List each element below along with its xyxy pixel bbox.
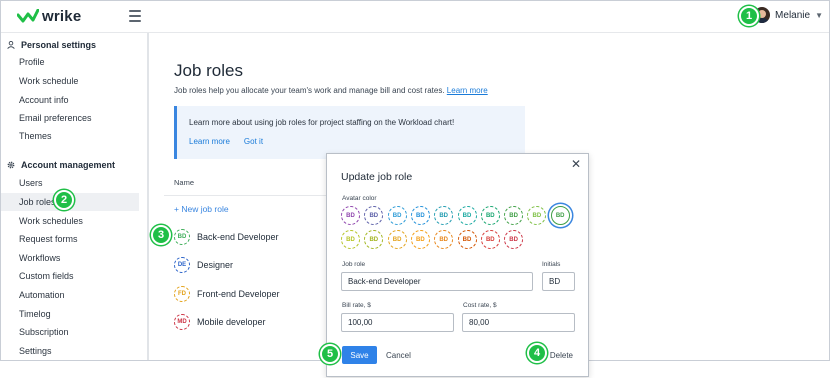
sidebar-item-settings[interactable]: Settings xyxy=(1,342,139,360)
role-badge: BD xyxy=(174,229,190,245)
role-name: Designer xyxy=(197,260,234,270)
description-text: Job roles help you allocate your team's … xyxy=(174,86,445,95)
avatar-color-swatch[interactable]: BD xyxy=(410,206,430,225)
section-label: Account management xyxy=(21,160,116,170)
role-row[interactable]: BD Back-end Developer xyxy=(174,228,279,246)
cost-rate-label: Cost rate, $ xyxy=(463,302,497,309)
avatar-color-swatch[interactable]: BD xyxy=(504,206,524,225)
new-job-role-button[interactable]: + New job role xyxy=(174,204,229,214)
avatar-color-swatch[interactable]: BD xyxy=(387,206,407,225)
info-banner: Learn more about using job roles for pro… xyxy=(174,106,525,159)
role-badge: DE xyxy=(174,257,190,273)
user-name: Melanie xyxy=(775,9,811,21)
settings-sidebar: Personal settings Profile Work schedule … xyxy=(1,33,149,360)
section-label: Personal settings xyxy=(21,40,97,50)
avatar-color-swatch[interactable]: BD xyxy=(341,206,360,225)
avatar-color-swatch[interactable]: BD xyxy=(410,230,430,249)
cancel-button[interactable]: Cancel xyxy=(386,351,411,360)
account-management-heading: Account management xyxy=(7,160,115,170)
avatar-color-label: Avatar color xyxy=(342,195,377,202)
avatar-color-swatch[interactable]: BD xyxy=(504,230,524,249)
save-button[interactable]: Save xyxy=(342,346,377,364)
step-marker: 5 xyxy=(320,344,340,364)
avatar-color-swatch[interactable]: BD xyxy=(364,230,384,249)
avatar-color-swatch[interactable]: BD xyxy=(480,206,500,225)
page-title: Job roles xyxy=(174,61,243,80)
avatar-color-swatch[interactable]: BD xyxy=(457,230,477,249)
delete-button[interactable]: Delete xyxy=(550,351,573,360)
sidebar-item-profile[interactable]: Profile xyxy=(1,53,139,71)
learn-more-link[interactable]: Learn more xyxy=(447,86,488,95)
info-text: Learn more about using job roles for pro… xyxy=(189,118,455,127)
role-badge: FD xyxy=(174,286,190,302)
role-badge: MD xyxy=(174,314,190,330)
avatar-color-swatch[interactable]: BD xyxy=(387,230,407,249)
close-icon[interactable]: ✕ xyxy=(571,158,581,170)
role-row[interactable]: DE Designer xyxy=(174,256,233,274)
role-initials: FD xyxy=(178,291,186,297)
cost-rate-input[interactable] xyxy=(462,313,575,332)
top-bar: wrike Melanie ▼ xyxy=(1,1,829,33)
job-role-input[interactable] xyxy=(341,272,533,291)
job-role-label: Job role xyxy=(342,261,366,268)
avatar-color-swatch[interactable]: BD xyxy=(527,206,547,225)
avatar-color-swatch[interactable]: BD xyxy=(364,206,384,225)
sidebar-item-subscription[interactable]: Subscription xyxy=(1,323,139,341)
info-learn-more-link[interactable]: Learn more xyxy=(189,137,230,146)
menu-icon[interactable] xyxy=(129,10,141,22)
avatar-color-swatch[interactable]: BD xyxy=(480,230,500,249)
avatar-color-swatch[interactable]: BD xyxy=(341,230,360,249)
sidebar-item-workflows[interactable]: Workflows xyxy=(1,249,139,267)
sidebar-item-request-forms[interactable]: Request forms xyxy=(1,230,139,248)
step-marker: 3 xyxy=(151,225,171,245)
avatar-color-swatch[interactable]: BD xyxy=(550,206,570,225)
role-initials: BD xyxy=(177,234,187,240)
sidebar-item-users[interactable]: Users xyxy=(1,174,139,192)
bill-rate-label: Bill rate, $ xyxy=(342,302,371,309)
wrike-check-icon xyxy=(17,9,39,23)
step-marker: 4 xyxy=(527,343,547,363)
chevron-down-icon: ▼ xyxy=(815,10,823,20)
got-it-link[interactable]: Got it xyxy=(244,137,263,146)
dialog-title: Update job role xyxy=(341,171,413,183)
step-marker: 1 xyxy=(739,6,759,26)
role-name: Back-end Developer xyxy=(197,232,279,242)
avatar-color-swatch[interactable]: BD xyxy=(434,206,454,225)
initials-input[interactable] xyxy=(542,272,575,291)
sidebar-item-work-schedules[interactable]: Work schedules xyxy=(1,212,139,230)
personal-settings-heading: Personal settings xyxy=(7,40,96,50)
person-icon xyxy=(7,41,15,49)
gear-icon xyxy=(7,161,15,169)
avatar-color-swatch[interactable]: BD xyxy=(434,230,454,249)
role-row[interactable]: MD Mobile developer xyxy=(174,313,266,331)
role-row[interactable]: FD Front-end Developer xyxy=(174,285,280,303)
logo-text: wrike xyxy=(42,7,82,25)
sidebar-item-timelog[interactable]: Timelog xyxy=(1,305,139,323)
initials-label: Initials xyxy=(542,261,561,268)
user-menu[interactable]: Melanie ▼ xyxy=(754,7,823,23)
sidebar-item-work-schedule[interactable]: Work schedule xyxy=(1,72,139,90)
sidebar-item-custom-fields[interactable]: Custom fields xyxy=(1,267,139,285)
avatar-color-swatch[interactable]: BD xyxy=(457,206,477,225)
bill-rate-input[interactable] xyxy=(341,313,454,332)
sidebar-item-automation[interactable]: Automation xyxy=(1,286,139,304)
role-initials: DE xyxy=(177,262,187,268)
wrike-logo[interactable]: wrike xyxy=(17,7,81,25)
sidebar-item-email-preferences[interactable]: Email preferences xyxy=(1,109,139,127)
role-name: Mobile developer xyxy=(197,317,266,327)
step-marker: 2 xyxy=(54,190,74,210)
page-description: Job roles help you allocate your team's … xyxy=(174,86,488,95)
sidebar-item-themes[interactable]: Themes xyxy=(1,127,139,145)
role-initials: MD xyxy=(177,319,187,325)
update-job-role-dialog: Update job role ✕ Avatar color BD BD BD BD B… xyxy=(326,153,589,377)
sidebar-item-account-info[interactable]: Account info xyxy=(1,91,139,109)
role-name: Front-end Developer xyxy=(197,289,280,299)
column-header-name[interactable]: Name xyxy=(174,178,194,187)
divider xyxy=(164,195,334,196)
